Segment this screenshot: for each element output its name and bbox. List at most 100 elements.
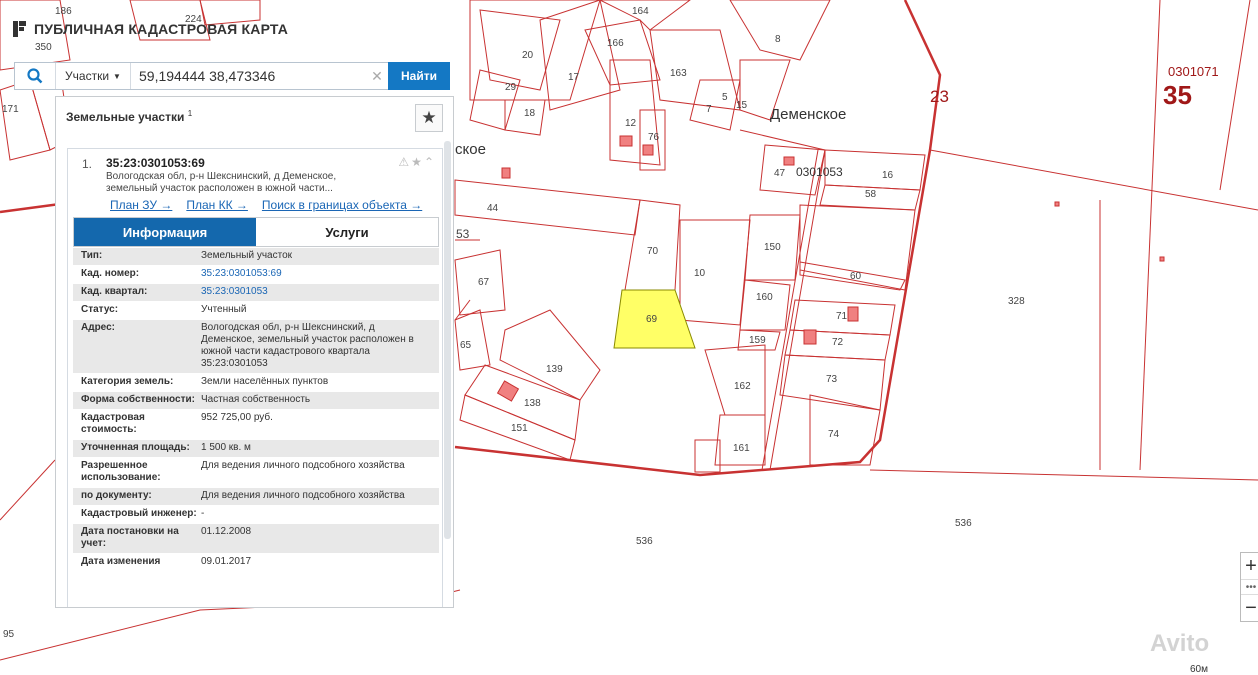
search-bar: Участки ▼ ✕ Найти — [14, 62, 450, 90]
search-type-select[interactable]: Участки ▼ — [56, 63, 131, 89]
zoom-control: + ••• − — [1240, 552, 1258, 622]
map-label: 67 — [478, 277, 490, 288]
map-label: 138 — [524, 398, 541, 409]
map-label: 5 — [722, 92, 728, 103]
attribute-key: Дата постановки на учет: — [81, 526, 179, 549]
collapse-icon[interactable]: ⌃ — [424, 155, 436, 169]
result-item-number: 1. — [82, 157, 93, 171]
map-label: 151 — [511, 423, 528, 434]
map-label: 71 — [836, 311, 848, 322]
chevron-down-icon: ▼ — [113, 71, 121, 81]
attribute-key: Разрешенное использование: — [81, 460, 161, 483]
attribute-row: Дата постановки на учет: 01.12.2008 — [73, 524, 439, 554]
attribute-key: по документу: — [81, 490, 152, 501]
map-label: 161 — [733, 443, 750, 454]
zoom-in-button[interactable]: + — [1241, 553, 1258, 579]
attribute-value: Для ведения личного подсобного хозяйства — [201, 460, 405, 471]
map-label: 10 — [694, 268, 706, 279]
map-label: 536 — [955, 518, 972, 529]
search-button[interactable] — [15, 63, 56, 89]
link-search-in-bounds[interactable]: Поиск в границах объекта → — [262, 198, 422, 212]
app-title: ПУБЛИЧНАЯ КАДАСТРОВАЯ КАРТА — [34, 21, 289, 37]
attribute-value-link[interactable]: 35:23:0301053:69 — [201, 268, 439, 280]
attribute-row: Статус: Учтенный — [73, 302, 439, 320]
results-title-text: Земельные участки — [66, 110, 185, 124]
attribute-row: Форма собственности: Частная собственност… — [73, 392, 439, 410]
panel-scrollbar[interactable] — [444, 141, 451, 539]
find-button[interactable]: Найти — [388, 62, 450, 90]
map-label: 7 — [706, 104, 712, 115]
avito-watermark: Avito — [1150, 630, 1210, 657]
map-label: 17 — [568, 72, 580, 83]
attribute-key: Категория земель: — [81, 376, 174, 387]
map-label: 76 — [648, 132, 660, 143]
attributes-table: Тип: Земельный участок Кад. номер: 35:23:0… — [73, 248, 439, 572]
map-label: 164 — [632, 6, 649, 17]
attribute-key: Статус: — [81, 304, 119, 315]
attribute-key: Форма собственности: — [81, 394, 195, 405]
map-label: 70 — [647, 246, 659, 257]
map-label: 8 — [775, 34, 781, 45]
map-label: 60 — [850, 271, 862, 282]
result-cadastral-number[interactable]: 35:23:0301053:69 — [106, 156, 205, 170]
map-label: 160 — [756, 292, 773, 303]
attribute-value: Учтенный — [201, 304, 247, 315]
link-plan-zu[interactable]: План ЗУ → — [110, 198, 172, 212]
map-label: 44 — [487, 203, 499, 214]
attribute-row: Кадастровая стоимость: 952 725,00 руб. — [73, 410, 439, 440]
map-label: 29 — [505, 82, 517, 93]
map-label: 20 — [522, 50, 534, 61]
attribute-value: Для ведения личного подсобного хозяйства — [201, 490, 405, 501]
map-label: 162 — [734, 381, 751, 392]
result-actions: ⚠★⌃ — [398, 155, 436, 169]
favorites-star-button[interactable]: ★ — [415, 104, 443, 132]
map-label: 350 — [35, 42, 52, 53]
link-plan-kk[interactable]: План КК → — [186, 198, 248, 212]
map-label: 328 — [1008, 296, 1025, 307]
results-count: 1 — [187, 109, 193, 118]
results-panel: Земельные участки 1 ★ 1. 35:23:0301053:6… — [55, 96, 454, 608]
attribute-value: Вологодская обл, р-н Шекснинский, д Деме… — [201, 322, 414, 369]
map-label: 186 — [55, 6, 72, 17]
attribute-value: - — [201, 508, 205, 519]
rosreestr-logo-icon — [13, 21, 26, 37]
zoom-slider[interactable]: ••• — [1241, 579, 1258, 595]
attribute-key: Кадастровый инженер: — [81, 508, 197, 519]
coordinates-input[interactable] — [131, 63, 366, 89]
map-label: 159 — [749, 335, 766, 346]
tab-information[interactable]: Информация — [74, 218, 256, 246]
attribute-key: Кад. номер: — [81, 268, 140, 279]
map-label: 73 — [826, 374, 838, 385]
result-links: План ЗУ → План КК → Поиск в границах объ… — [110, 198, 422, 212]
warning-icon[interactable]: ⚠ — [398, 155, 411, 169]
map-label: 150 — [764, 242, 781, 253]
app-header: ПУБЛИЧНАЯ КАДАСТРОВАЯ КАРТА — [12, 20, 288, 38]
clear-icon[interactable]: ✕ — [366, 63, 388, 89]
attribute-row: Уточненная площадь: 1 500 кв. м — [73, 440, 439, 458]
attribute-value: 952 725,00 руб. — [201, 412, 273, 423]
attribute-key: Уточненная площадь: — [81, 442, 190, 453]
village-name-partial-label: ское — [455, 141, 486, 158]
map-label: 12 — [625, 118, 637, 129]
scale-label: 60м — [1190, 664, 1208, 675]
search-icon — [27, 68, 43, 84]
attribute-value: 01.12.2008 — [201, 526, 252, 537]
map-label: 72 — [832, 337, 844, 348]
results-panel-header: Земельные участки 1 ★ — [56, 97, 453, 143]
zoom-out-button[interactable]: − — [1241, 595, 1258, 621]
district-code-label: 23 — [930, 87, 949, 106]
attribute-row: Тип: Земельный участок — [73, 248, 439, 266]
tab-services[interactable]: Услуги — [256, 218, 438, 246]
attribute-row: Кадастровый инженер: - — [73, 506, 439, 524]
attribute-value: Частная собственность — [201, 394, 311, 405]
attribute-key: Дата изменения — [81, 556, 161, 567]
attribute-value: Земли населённых пунктов — [201, 376, 329, 387]
attribute-value-link[interactable]: 35:23:0301053 — [201, 286, 439, 298]
attribute-row: Адрес: Вологодская обл, р-н Шекснинский, … — [73, 320, 439, 374]
map-label: 58 — [865, 189, 877, 200]
road — [739, 129, 826, 471]
star-outline-icon[interactable]: ★ — [411, 155, 424, 169]
map-label: 69 — [646, 314, 658, 325]
search-type-label: Участки — [65, 69, 110, 83]
results-title: Земельные участки 1 — [66, 109, 192, 124]
